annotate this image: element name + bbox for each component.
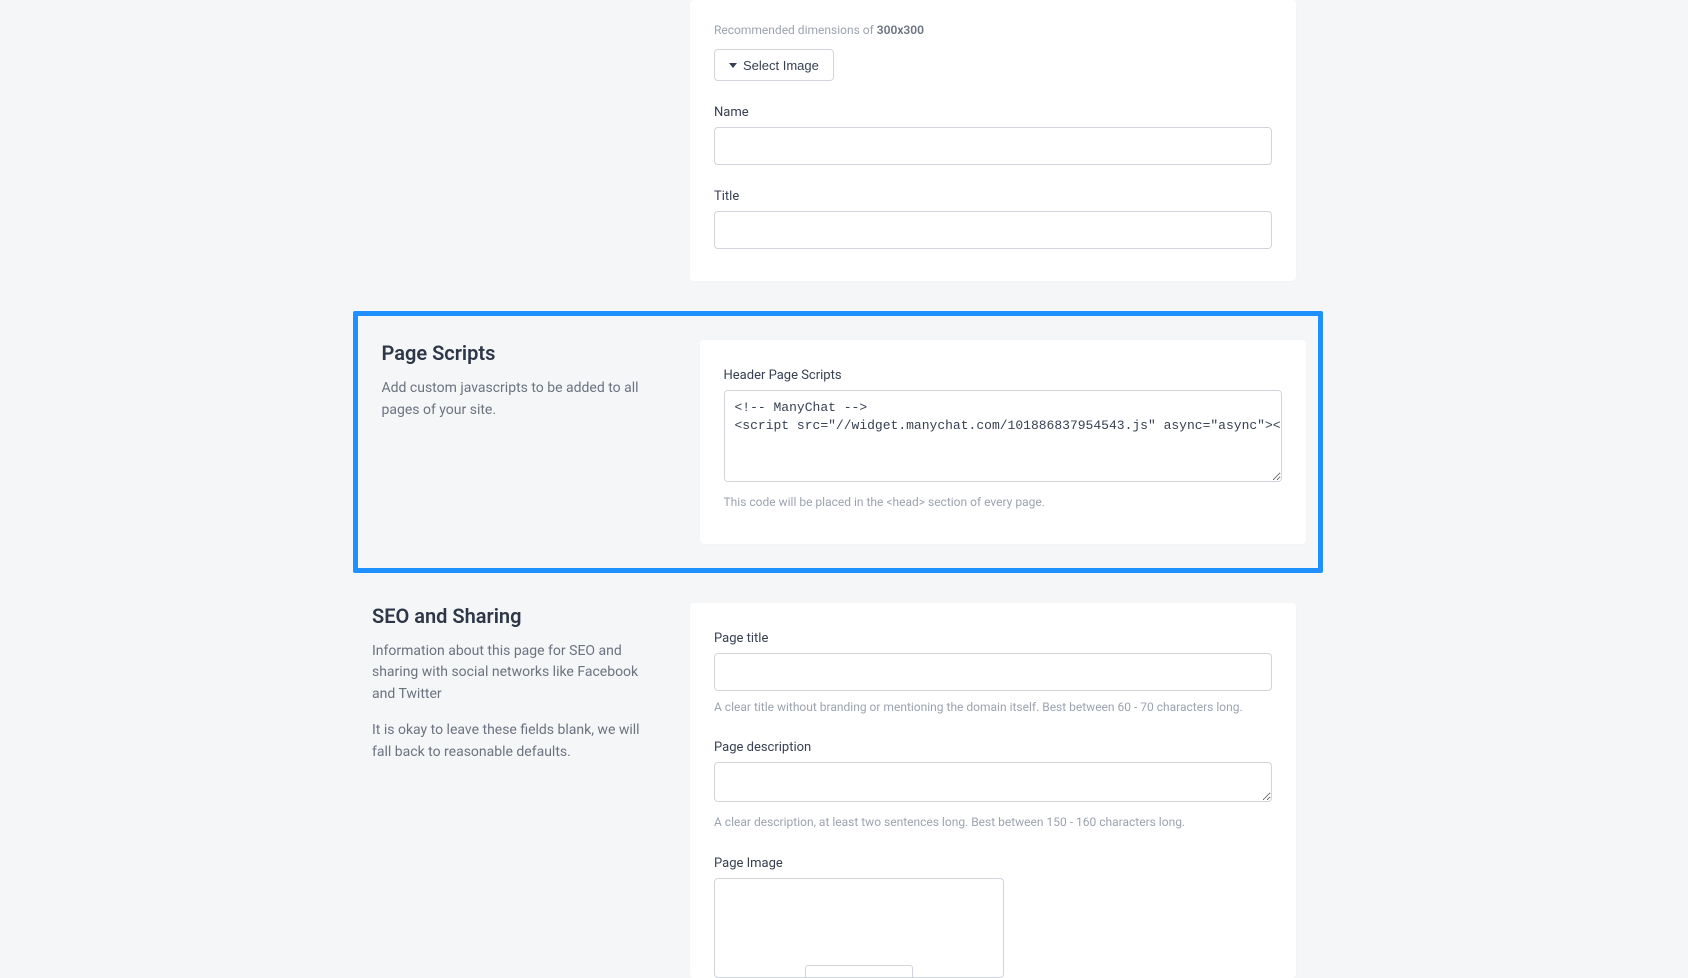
seo-heading: SEO and Sharing: [372, 603, 662, 629]
top-section-left-spacer: [372, 0, 690, 281]
page-image-label: Page Image: [714, 856, 1272, 871]
name-input[interactable]: [714, 127, 1272, 165]
seo-desc-1: Information about this page for SEO and …: [372, 641, 662, 706]
page-scripts-highlight: Page Scripts Add custom javascripts to b…: [353, 311, 1323, 572]
header-scripts-help: This code will be placed in the <head> s…: [724, 494, 1282, 511]
header-scripts-label: Header Page Scripts: [724, 368, 1282, 383]
page-description-help: A clear description, at least two senten…: [714, 814, 1272, 831]
page-scripts-card: Header Page Scripts This code will be pl…: [700, 340, 1306, 543]
seo-card: Page title A clear title without brandin…: [690, 603, 1296, 978]
page-title-label: Page title: [714, 631, 1272, 646]
page-image-placeholder[interactable]: [714, 878, 1004, 978]
select-image-button[interactable]: Select Image: [714, 49, 834, 81]
header-scripts-field: Header Page Scripts This code will be pl…: [724, 368, 1282, 511]
page-title-input[interactable]: [714, 653, 1272, 691]
seo-sidebar: SEO and Sharing Information about this p…: [372, 603, 690, 978]
recommended-prefix: Recommended dimensions of: [714, 23, 877, 37]
page-image-inner-placeholder: [805, 965, 913, 977]
seo-row: SEO and Sharing Information about this p…: [372, 603, 1316, 978]
recommended-dims: 300x300: [877, 23, 924, 37]
page-scripts-heading: Page Scripts: [382, 340, 672, 366]
page-description-field: Page description A clear description, at…: [714, 740, 1272, 831]
name-field: Name: [714, 105, 1272, 165]
name-label: Name: [714, 105, 1272, 120]
page-title-field: Page title A clear title without brandin…: [714, 631, 1272, 716]
page-scripts-sidebar: Page Scripts Add custom javascripts to b…: [382, 340, 700, 543]
recommended-dimensions-text: Recommended dimensions of 300x300: [714, 22, 1272, 39]
top-section-row: Recommended dimensions of 300x300 Select…: [372, 0, 1316, 281]
title-input[interactable]: [714, 211, 1272, 249]
page-scripts-description: Add custom javascripts to be added to al…: [382, 378, 672, 421]
caret-down-icon: [729, 63, 737, 68]
page-image-field: Page Image: [714, 856, 1272, 978]
page-title-help: A clear title without branding or mentio…: [714, 699, 1272, 716]
title-field: Title: [714, 189, 1272, 249]
select-image-label: Select Image: [743, 58, 819, 73]
page-description-textarea[interactable]: [714, 762, 1272, 802]
page-scripts-row: Page Scripts Add custom javascripts to b…: [382, 340, 1326, 543]
page-description-label: Page description: [714, 740, 1272, 755]
header-scripts-textarea[interactable]: [724, 390, 1282, 482]
title-label: Title: [714, 189, 1272, 204]
top-card: Recommended dimensions of 300x300 Select…: [690, 0, 1296, 281]
seo-desc-2: It is okay to leave these fields blank, …: [372, 720, 662, 763]
